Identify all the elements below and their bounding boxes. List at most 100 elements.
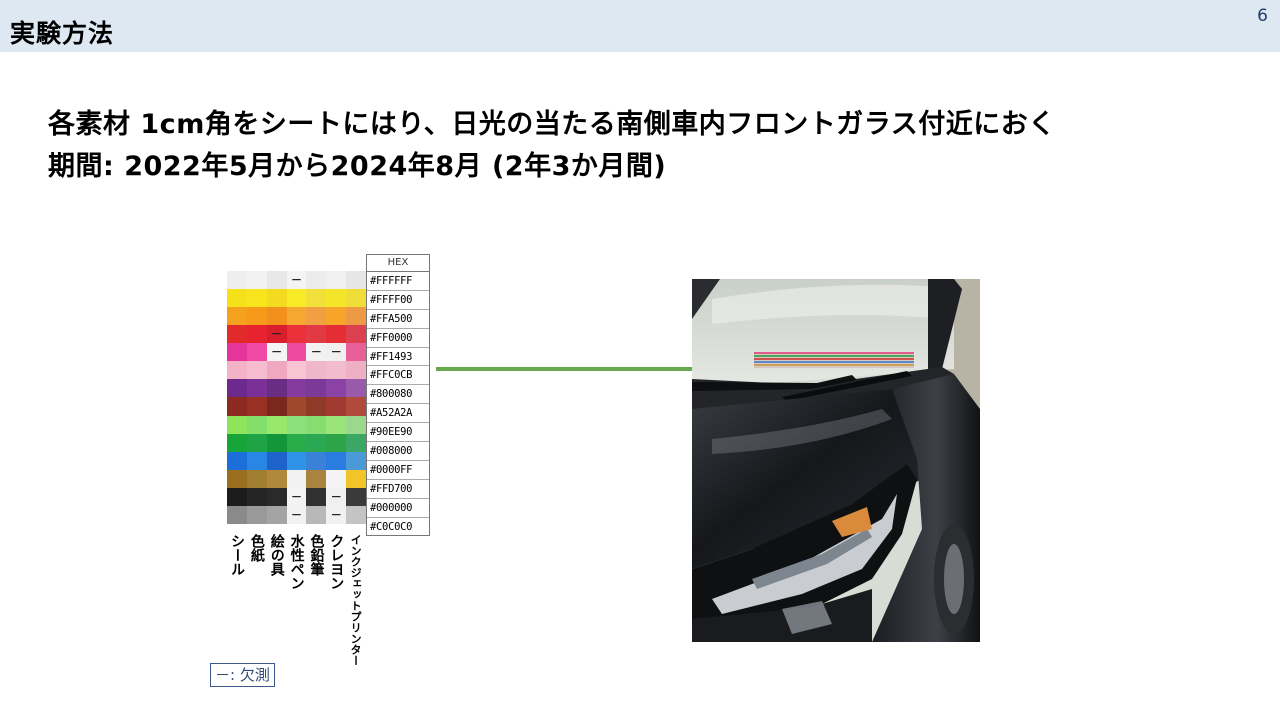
swatch-cell xyxy=(286,289,307,308)
car-windshield-photo xyxy=(692,279,980,642)
swatch-cell xyxy=(286,433,307,452)
swatch-cell xyxy=(227,325,247,344)
swatch-cell xyxy=(306,397,327,416)
hex-row: #FFC0CB xyxy=(367,366,429,386)
swatch-cell xyxy=(346,343,366,362)
hex-row: #FF0000 xyxy=(367,329,429,348)
missing-mark: － xyxy=(310,345,322,359)
swatch-cell xyxy=(246,451,267,470)
swatch-cell xyxy=(266,379,287,398)
hex-row: #A52A2A xyxy=(367,404,429,424)
swatch-cell xyxy=(246,307,267,326)
swatch-cell xyxy=(227,307,247,326)
swatch-cell xyxy=(326,271,347,290)
swatch-cell xyxy=(246,415,267,434)
swatch-cell xyxy=(306,361,327,380)
swatch-cell xyxy=(227,433,247,452)
swatch-cell xyxy=(266,415,287,434)
swatch-cell xyxy=(326,307,347,326)
swatch-cell xyxy=(246,343,267,362)
swatch-cell xyxy=(346,361,366,380)
swatch-cell: － xyxy=(326,487,347,506)
swatch-cell xyxy=(227,469,247,488)
swatch-cell xyxy=(286,379,307,398)
swatch-cell xyxy=(306,433,327,452)
swatch-cell xyxy=(286,469,307,488)
hex-row: #FFA500 xyxy=(367,310,429,329)
swatch-cell xyxy=(326,433,347,452)
missing-mark: － xyxy=(271,345,283,359)
swatch-cell xyxy=(306,505,327,524)
hex-row: #0000FF xyxy=(367,461,429,480)
title-bar xyxy=(0,0,1280,52)
swatch-cell xyxy=(227,505,247,524)
swatch-cell xyxy=(246,433,267,452)
swatch-cell xyxy=(346,379,366,398)
swatch-cell xyxy=(346,289,366,308)
swatch-cell xyxy=(306,289,327,308)
hex-row: #800080 xyxy=(367,385,429,405)
swatch-cell xyxy=(227,361,247,380)
swatch-cell xyxy=(306,325,327,344)
hex-row: #90EE90 xyxy=(367,423,429,443)
swatch-cell xyxy=(346,397,366,416)
swatch-cell xyxy=(246,469,267,488)
swatch-cell xyxy=(266,271,287,290)
swatch-cell: － xyxy=(266,325,287,344)
swatch-cell xyxy=(326,361,347,380)
swatch-cell xyxy=(306,487,327,506)
missing-mark: － xyxy=(271,327,283,341)
material-label: 色鉛筆 xyxy=(308,534,325,576)
arrow-icon xyxy=(436,362,720,376)
missing-mark: － xyxy=(330,490,342,504)
swatch-cell xyxy=(246,397,267,416)
swatch-cell: － xyxy=(326,505,347,524)
missing-mark: － xyxy=(290,490,302,504)
material-label: 色紙 xyxy=(248,534,265,562)
swatch-cell: － xyxy=(286,505,307,524)
swatch-cell xyxy=(246,505,267,524)
hex-row: #000000 xyxy=(367,499,429,518)
swatch-cell xyxy=(326,325,347,344)
page-number: 6 xyxy=(1257,6,1268,26)
swatch-cell: － xyxy=(286,271,307,290)
swatch-cell: － xyxy=(326,343,347,362)
swatch-cell xyxy=(346,505,366,524)
swatch-cell xyxy=(286,415,307,434)
swatch-cell xyxy=(346,433,366,452)
swatch-cell: － xyxy=(266,343,287,362)
color-swatch-sheet: － － － － － － － － － xyxy=(227,271,366,524)
swatch-cell xyxy=(266,307,287,326)
swatch-cell xyxy=(266,487,287,506)
swatch-cell xyxy=(346,271,366,290)
swatch-cell xyxy=(227,397,247,416)
material-label: 水性ペン xyxy=(288,534,305,590)
swatch-cell xyxy=(286,361,307,380)
swatch-cell xyxy=(246,487,267,506)
swatch-cell xyxy=(227,343,247,362)
legend-missing: －: 欠測 xyxy=(210,663,275,687)
swatch-cell xyxy=(246,325,267,344)
swatch-cell xyxy=(326,289,347,308)
hex-row: #FFD700 xyxy=(367,480,429,499)
swatch-cell xyxy=(346,415,366,434)
missing-mark: － xyxy=(290,508,302,522)
material-label: 絵の具 xyxy=(268,534,285,576)
swatch-cell xyxy=(227,271,247,290)
swatch-cell xyxy=(286,343,307,362)
swatch-cell: － xyxy=(306,343,327,362)
hex-table-header: HEX xyxy=(367,255,429,272)
swatch-cell xyxy=(266,361,287,380)
swatch-cell xyxy=(266,289,287,308)
hex-row: #C0C0C0 xyxy=(370,520,413,533)
material-label: シール xyxy=(229,534,245,576)
sample-sheet-in-car xyxy=(754,352,914,368)
swatch-cell xyxy=(266,397,287,416)
swatch-cell xyxy=(286,325,307,344)
swatch-cell xyxy=(346,469,366,488)
description-line-2: 期間: 2022年5月から2024年8月 (2年3か月間) xyxy=(48,151,667,182)
swatch-cell xyxy=(246,379,267,398)
swatch-cell xyxy=(326,469,347,488)
swatch-cell xyxy=(346,307,366,326)
swatch-cell xyxy=(306,307,327,326)
